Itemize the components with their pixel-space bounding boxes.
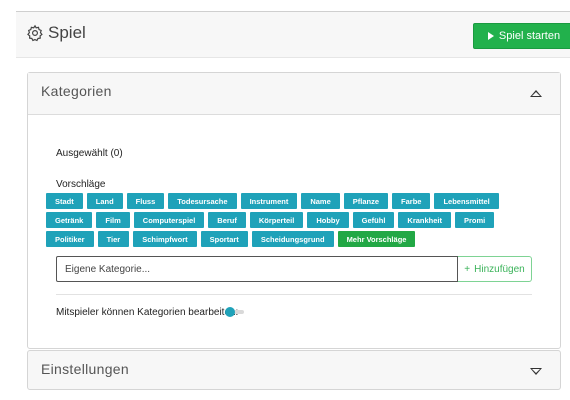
category-chip[interactable]: Getränk: [46, 212, 93, 228]
category-chip[interactable]: Todesursache: [168, 193, 237, 209]
category-chip[interactable]: Sportart: [200, 231, 248, 247]
gear-icon[interactable]: [26, 24, 44, 42]
start-game-button[interactable]: Spiel starten: [473, 23, 570, 49]
add-category-label: Hinzufügen: [474, 263, 525, 275]
custom-category-input[interactable]: [56, 256, 458, 282]
edit-permission-toggle[interactable]: [225, 307, 245, 317]
category-chip[interactable]: Stadt: [46, 193, 83, 209]
edit-permission-label: Mitspieler können Kategorien bearbeiten:: [56, 307, 239, 318]
add-category-button[interactable]: + Hinzufügen: [458, 256, 532, 282]
category-chip[interactable]: Tier: [97, 231, 130, 247]
category-chip[interactable]: Hobby: [307, 212, 349, 228]
category-chip[interactable]: Pflanze: [343, 193, 389, 209]
category-chip[interactable]: Instrument: [240, 193, 298, 209]
settings-panel-header[interactable]: Einstellungen: [27, 350, 561, 390]
custom-category-row: + Hinzufügen: [56, 256, 532, 282]
category-chip-list: Stadt Land Fluss Todesursache Instrument…: [46, 193, 516, 247]
category-chip[interactable]: Scheidungsgrund: [251, 231, 334, 247]
chevron-down-icon[interactable]: [530, 368, 542, 375]
categories-panel-header[interactable]: Kategorien: [28, 73, 560, 115]
category-chip[interactable]: Farbe: [392, 193, 431, 209]
chevron-up-icon[interactable]: [530, 90, 542, 97]
category-chip[interactable]: Schimpfwort: [133, 231, 197, 247]
category-chip[interactable]: Film: [96, 212, 130, 228]
category-chip[interactable]: Gefühl: [352, 212, 395, 228]
section-divider: [56, 294, 532, 295]
category-chip[interactable]: Name: [301, 193, 340, 209]
category-chip[interactable]: Computerspiel: [133, 212, 205, 228]
suggestions-label: Vorschläge: [56, 179, 106, 190]
categories-title: Kategorien: [41, 83, 112, 99]
category-chip[interactable]: Körperteil: [249, 212, 304, 228]
more-suggestions-button[interactable]: Mehr Vorschläge: [337, 231, 416, 247]
game-header: Spiel Spiel starten: [16, 12, 570, 58]
play-icon: [487, 32, 494, 40]
selected-count: Ausgewählt (0): [56, 148, 123, 159]
category-chip[interactable]: Fluss: [126, 193, 165, 209]
category-chip[interactable]: Promi: [455, 212, 495, 228]
page-title: Spiel: [48, 23, 86, 42]
categories-panel: Kategorien Ausgewählt (0) Vorschläge Sta…: [27, 72, 561, 349]
category-chip[interactable]: Land: [86, 193, 123, 209]
start-game-label: Spiel starten: [498, 30, 561, 42]
category-chip[interactable]: Krankheit: [398, 212, 452, 228]
category-chip[interactable]: Beruf: [208, 212, 246, 228]
plus-icon: +: [464, 263, 471, 275]
category-chip[interactable]: Politiker: [46, 231, 94, 247]
settings-title: Einstellungen: [41, 361, 129, 377]
toggle-knob: [225, 307, 235, 317]
category-chip[interactable]: Lebensmittel: [434, 193, 499, 209]
